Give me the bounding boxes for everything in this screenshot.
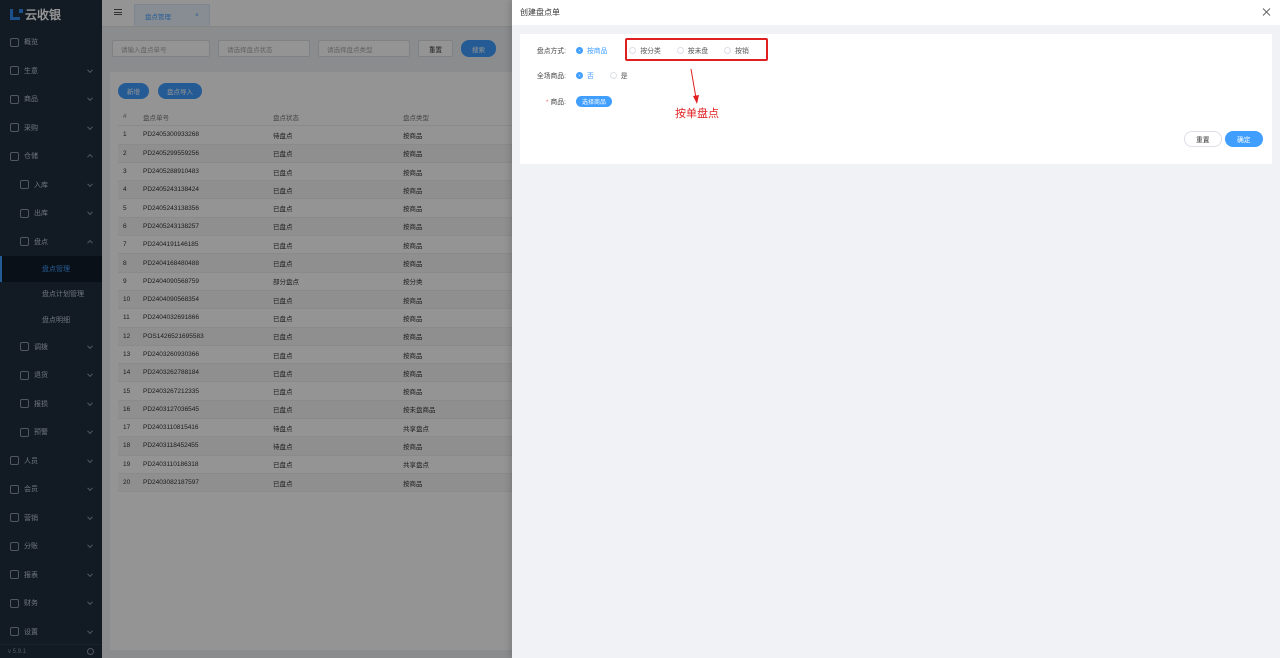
annotation-text: 按单盘点 xyxy=(675,108,719,120)
all-goods-radio-1[interactable]: 是 xyxy=(609,70,628,80)
radio-dot-icon xyxy=(576,46,583,54)
drawer-reset-button[interactable]: 重置 xyxy=(1184,131,1222,147)
all-goods-label: 全场商品: xyxy=(536,73,566,80)
goods-label: * 商品: xyxy=(520,96,566,106)
drawer-header: 创建盘点单 xyxy=(512,0,1280,25)
radio-dot-icon xyxy=(576,71,583,79)
goods-row: * 商品: 选择商品 xyxy=(520,94,613,108)
radio-label: 是 xyxy=(620,73,628,80)
highlight-box xyxy=(625,38,768,61)
all-goods-radio-0[interactable]: 否 xyxy=(576,70,594,80)
close-icon[interactable] xyxy=(1262,8,1270,16)
annotation-arrow-icon xyxy=(690,68,699,104)
inventory-form: 盘点方式: 按商品 按分类 按未盘 按销 全场商品: 否是 * 商品: 选择商品 按单盘… xyxy=(520,34,1272,164)
radio-dot-icon xyxy=(609,71,617,79)
confirm-button[interactable]: 确定 xyxy=(1225,131,1263,147)
radio-label: 按商品 xyxy=(587,48,608,55)
all-goods-radio-group: 否是 xyxy=(576,70,644,80)
all-goods-row: 全场商品: 否是 xyxy=(520,68,644,82)
method-radio-0[interactable]: 按商品 xyxy=(576,45,607,55)
method-label: 盘点方式: xyxy=(536,48,566,55)
goods-label-text: 商品: xyxy=(550,99,566,106)
select-goods-button[interactable]: 选择商品 xyxy=(576,95,613,107)
create-inventory-drawer: 创建盘点单 盘点方式: 按商品 按分类 按未盘 按销 全场商品: 否是 * 商品: 选择… xyxy=(512,0,1280,658)
modal-overlay[interactable] xyxy=(0,0,512,658)
required-mark: * xyxy=(545,99,549,106)
drawer-title: 创建盘点单 xyxy=(520,8,560,17)
radio-label: 否 xyxy=(587,73,594,80)
